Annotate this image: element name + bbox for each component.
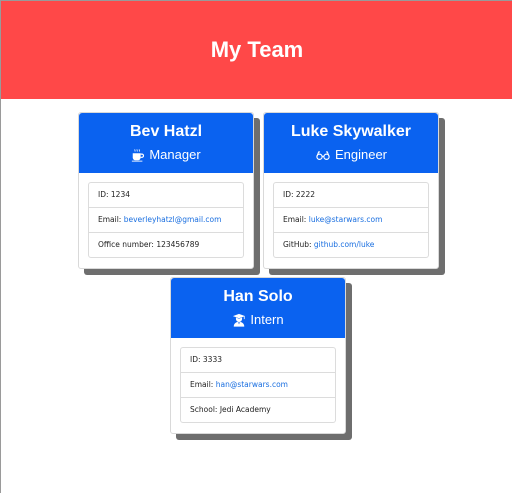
employee-card-engineer: Luke Skywalker Engineer ID: 2222 Email: …: [263, 112, 439, 269]
card-header: Bev Hatzl Manager: [79, 113, 253, 173]
github-link[interactable]: github.com/luke: [314, 240, 375, 249]
employee-role-label: Intern: [250, 311, 284, 327]
list-item-office-number: Office number: 123456789: [89, 232, 243, 257]
list-item-github: GitHub: github.com/luke: [274, 232, 428, 257]
list-item-id: ID: 3333: [181, 348, 335, 372]
email-link[interactable]: beverleyhatzl@gmail.com: [124, 215, 222, 224]
list-item-id: ID: 1234: [89, 183, 243, 207]
github-label: GitHub:: [283, 240, 314, 249]
employee-role: Manager: [131, 145, 201, 165]
list-item-email: Email: luke@starwars.com: [274, 207, 428, 232]
email-link[interactable]: luke@starwars.com: [309, 215, 383, 224]
employee-role: Engineer: [315, 145, 387, 165]
page-header: My Team: [1, 1, 512, 99]
glasses-icon: [316, 150, 330, 160]
card-header: Luke Skywalker Engineer: [264, 113, 438, 173]
list-item-email: Email: han@starwars.com: [181, 372, 335, 397]
page-title: My Team: [210, 37, 304, 62]
card-body: ID: 2222 Email: luke@starwars.com GitHub…: [264, 173, 438, 268]
employee-name: Luke Skywalker: [290, 122, 412, 140]
list-item-id: ID: 2222: [274, 183, 428, 207]
email-link[interactable]: han@starwars.com: [216, 380, 288, 389]
id-label: ID:: [98, 190, 111, 199]
employee-details: ID: 3333 Email: han@starwars.com School:…: [180, 347, 336, 423]
school-value: Jedi Academy: [219, 405, 271, 414]
email-label: Email:: [98, 215, 124, 224]
id-value: 2222: [295, 190, 315, 199]
employee-details: ID: 2222 Email: luke@starwars.com GitHub…: [273, 182, 429, 258]
id-value: 3333: [202, 355, 222, 364]
email-label: Email:: [283, 215, 309, 224]
office-number-label: Office number:: [98, 240, 157, 249]
list-item-email: Email: beverleyhatzl@gmail.com: [89, 207, 243, 232]
employee-card-intern: Han Solo Intern ID: 3333 Email: han@star…: [170, 277, 346, 434]
employee-name: Han Solo: [223, 287, 293, 305]
employee-name: Bev Hatzl: [129, 122, 203, 140]
graduate-icon: [233, 313, 246, 327]
office-number-value: 123456789: [156, 240, 200, 249]
id-label: ID:: [283, 190, 296, 199]
coffee-icon: [132, 148, 145, 162]
school-label: School:: [190, 405, 220, 414]
id-label: ID:: [190, 355, 203, 364]
card-header: Han Solo Intern: [171, 278, 345, 338]
employee-details: ID: 1234 Email: beverleyhatzl@gmail.com …: [88, 182, 244, 258]
email-label: Email:: [190, 380, 216, 389]
list-item-school: School: Jedi Academy: [181, 397, 335, 422]
id-value: 1234: [110, 190, 130, 199]
employee-role-label: Manager: [149, 146, 201, 162]
card-body: ID: 1234 Email: beverleyhatzl@gmail.com …: [79, 173, 253, 268]
employee-role: Intern: [232, 310, 284, 330]
employee-role-label: Engineer: [334, 146, 388, 162]
employee-card-manager: Bev Hatzl Manager ID: 1234 Email: beverl…: [78, 112, 254, 269]
card-body: ID: 3333 Email: han@starwars.com School:…: [171, 338, 345, 433]
